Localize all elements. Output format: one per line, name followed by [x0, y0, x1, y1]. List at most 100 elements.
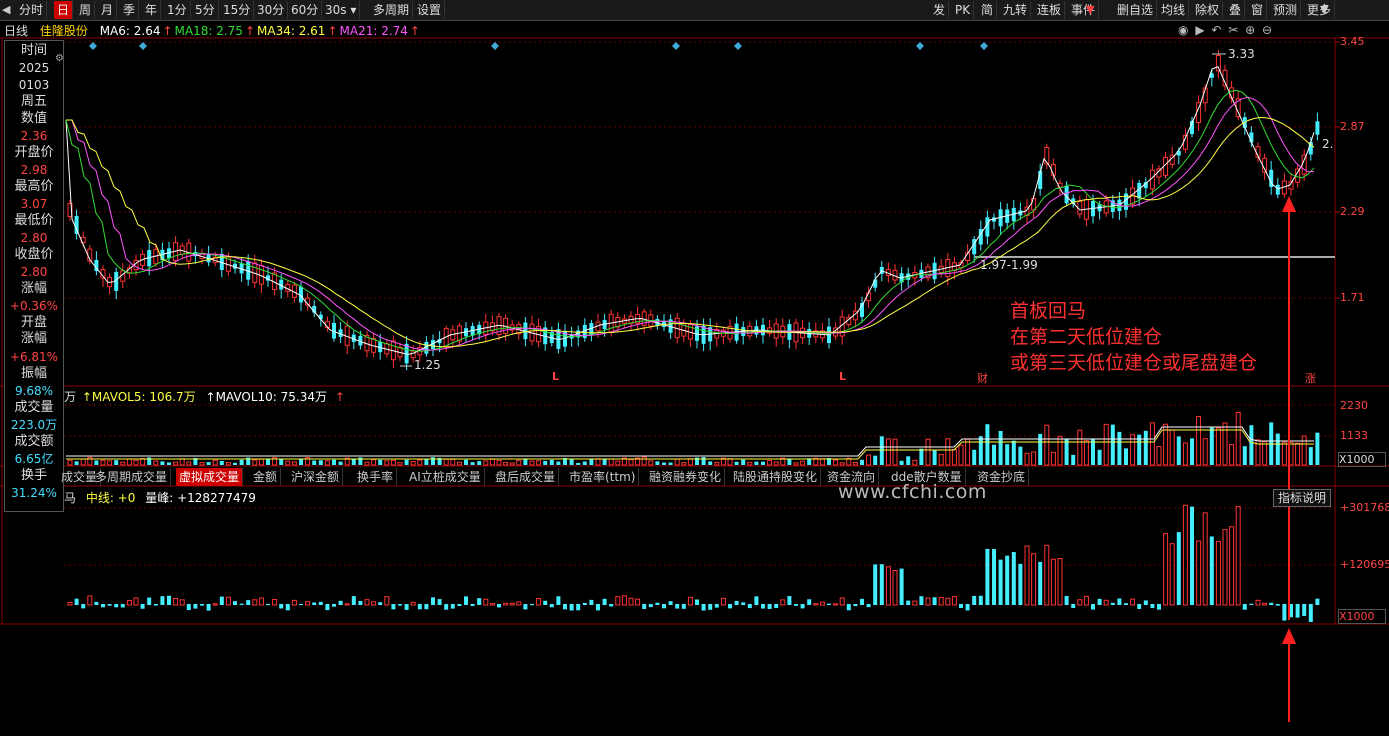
indicator-bar	[1163, 533, 1169, 606]
volume-bar	[74, 461, 79, 465]
annotation-line-2: 在第二天低位建仓	[1010, 326, 1163, 348]
indicator-tab[interactable]: 融资融券变化	[646, 468, 726, 486]
volume-bar	[1018, 446, 1023, 465]
event-diamond-icon	[491, 42, 499, 50]
indicator-scale-label: X1000	[1338, 609, 1386, 624]
indicator-axis-label: +301768	[1340, 501, 1389, 514]
candle	[1044, 147, 1050, 165]
volume-bar	[1071, 454, 1076, 465]
volume-bar	[938, 454, 944, 466]
sidepanel-label: 涨幅	[20, 281, 47, 296]
volume-bar	[1044, 424, 1050, 466]
indicator-bar	[1242, 604, 1247, 610]
volume-bar	[167, 462, 171, 465]
volume-bar	[338, 461, 343, 465]
marker-cai: 财	[977, 372, 988, 385]
indicator-tab[interactable]: 盘后成交量	[492, 468, 560, 486]
indicator-bar	[147, 597, 152, 605]
candle	[866, 292, 872, 302]
indicator-prefix: 马	[64, 491, 77, 505]
indicator-tab[interactable]: 沪深金额	[288, 468, 344, 486]
arrow-head-lower	[1282, 628, 1296, 644]
volume-bar	[536, 460, 542, 466]
sidepanel-label: 收盘价	[14, 247, 54, 262]
volume-bar	[489, 458, 495, 466]
indicator-bar	[179, 599, 185, 606]
volume-bar	[602, 459, 607, 465]
arrow-head-upper	[1282, 196, 1296, 212]
indicator-bar	[708, 604, 713, 610]
indicator-bar	[497, 604, 501, 608]
volume-bar	[1143, 430, 1148, 465]
indicator-bar	[846, 604, 851, 611]
volume-bar	[397, 462, 403, 466]
volume-bar	[674, 458, 680, 466]
volume-bar	[1031, 451, 1037, 466]
indicator-tab[interactable]: 陆股通持股变化	[730, 468, 822, 486]
marker-l: L	[839, 370, 847, 383]
indicator-bar	[1262, 602, 1268, 606]
indicator-bar	[635, 598, 641, 606]
indicator-bar	[114, 604, 119, 608]
volume-bar	[1124, 448, 1128, 465]
indicator-bar	[417, 604, 422, 610]
volume-bar	[153, 460, 159, 466]
indicator-bar	[1222, 529, 1228, 606]
sidepanel-label: 周五	[20, 94, 47, 109]
indicator-bar	[1302, 604, 1307, 616]
volume-bar	[1011, 440, 1016, 465]
price-axis-label: 2.87	[1340, 120, 1365, 133]
volume-bar	[239, 459, 244, 465]
indicator-tab[interactable]: 金额	[250, 468, 282, 486]
event-diamond-icon	[734, 42, 742, 50]
volume-bar	[1083, 440, 1089, 466]
volume-bar	[992, 444, 996, 465]
indicator-bar	[628, 597, 634, 606]
volume-bar	[951, 449, 957, 466]
volume-bar	[978, 436, 983, 465]
volume-bar	[569, 459, 574, 465]
indicator-tab[interactable]: 换手率	[354, 468, 398, 486]
volume-bar	[860, 459, 864, 465]
indicator-bar	[186, 604, 191, 611]
gear-icon[interactable]: ⚙	[55, 53, 64, 64]
sidepanel-label: 开盘 涨幅	[20, 315, 47, 346]
volume-bar	[160, 461, 165, 465]
indicator-tab[interactable]: 多周期成交量	[92, 468, 172, 486]
indicator-tab[interactable]: 市盈率(ttm)	[566, 468, 640, 486]
volume-bar	[1262, 441, 1268, 466]
indicator-help-button[interactable]: 指标说明	[1273, 489, 1331, 507]
sidepanel-label: 最高价	[14, 179, 54, 194]
volume-axis-label: 2230	[1340, 399, 1368, 412]
marker-zhang: 涨	[1305, 372, 1316, 385]
volume-bar	[1222, 422, 1228, 466]
indicator-bar	[219, 596, 224, 605]
indicator-bar	[530, 604, 534, 606]
volume-bar	[258, 458, 264, 466]
volume-bar	[332, 459, 336, 465]
indicator-bar	[1295, 604, 1300, 618]
indicator-tab[interactable]: AI立桩成交量	[406, 468, 485, 486]
volume-bar	[1235, 411, 1241, 466]
volume-bar	[424, 459, 429, 465]
volume-bar	[219, 460, 224, 465]
indicator-bar	[233, 601, 237, 605]
volume-bar	[351, 459, 356, 465]
indicator-tab[interactable]: 虚拟成交量	[176, 468, 244, 486]
indicator-bar	[879, 564, 884, 605]
indicator-bar	[509, 602, 515, 606]
sidepanel-value: 223.0万	[10, 418, 58, 432]
indicator-bar	[695, 599, 699, 605]
volume-bar	[1202, 438, 1208, 466]
indicator-bar	[978, 595, 983, 605]
volume-bar	[1275, 433, 1280, 465]
indicator-bar	[819, 601, 825, 606]
indicator-bar	[470, 604, 475, 606]
indicator-bar	[246, 600, 251, 605]
indicator-bar	[225, 596, 231, 606]
indicator-bar	[892, 569, 898, 606]
volume-bar	[741, 459, 746, 465]
indicator-bar	[371, 601, 377, 606]
indicator-bar	[1031, 553, 1037, 606]
indicator-bar	[965, 604, 970, 611]
